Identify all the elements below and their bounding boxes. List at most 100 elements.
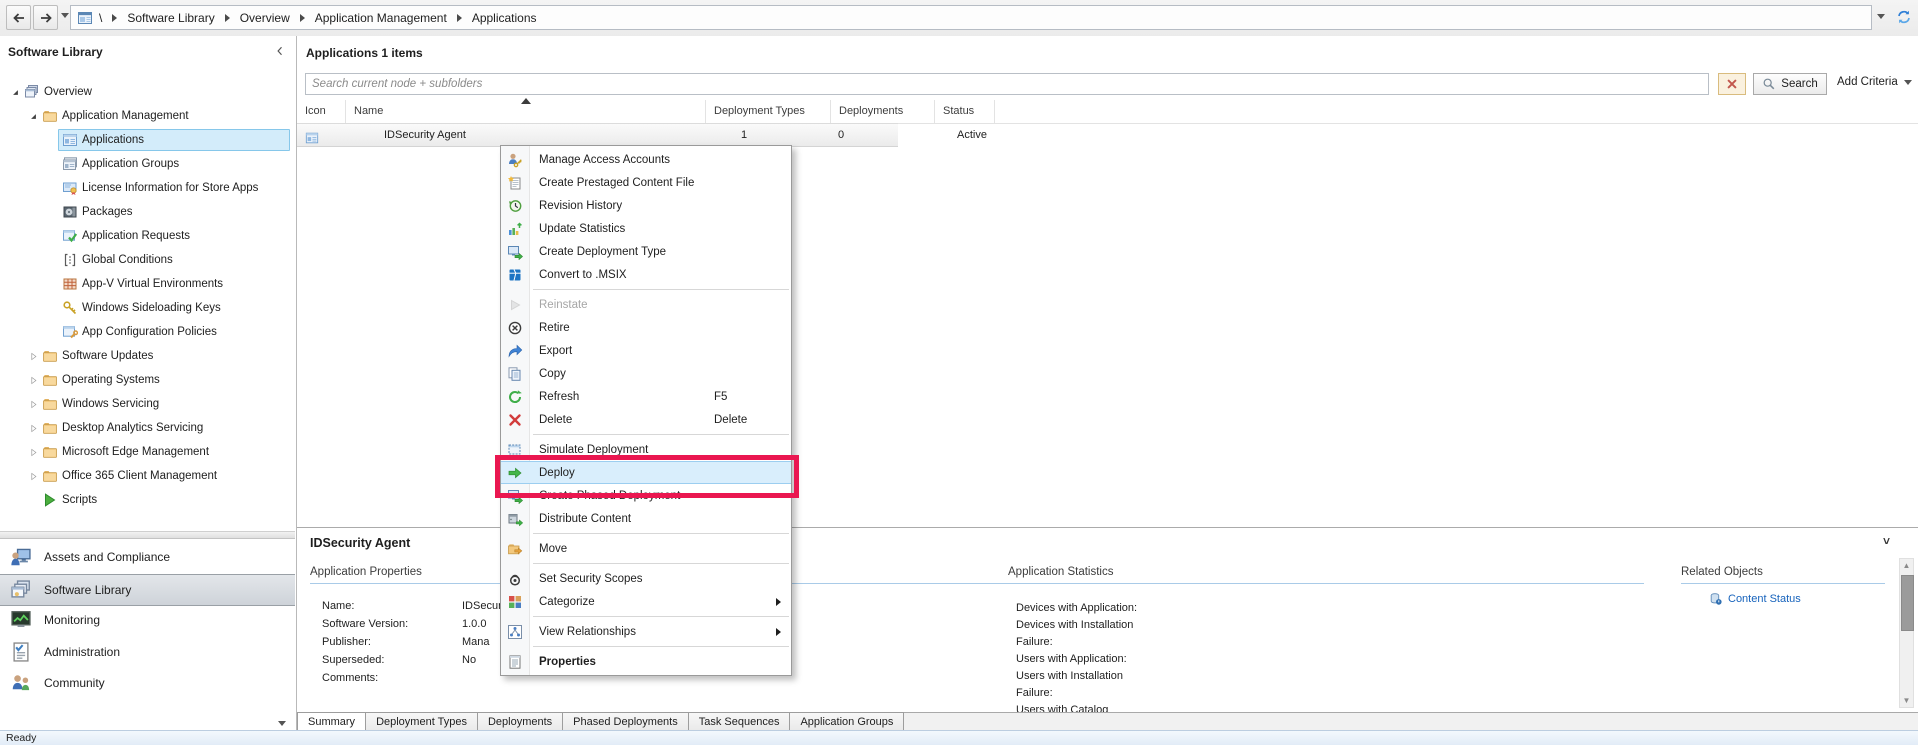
- column-header-name[interactable]: Name: [346, 100, 706, 123]
- menu-item-refresh[interactable]: Refresh F5: [501, 385, 791, 408]
- tree-expander-collapsed-icon[interactable]: [26, 349, 40, 363]
- breadcrumb-overview[interactable]: Overview: [240, 11, 290, 25]
- menu-shortcut: Delete: [714, 413, 748, 426]
- sidebar-item-operating-systems[interactable]: Operating Systems: [0, 368, 295, 392]
- menu-item-set-security-scopes[interactable]: Set Security Scopes: [501, 567, 791, 590]
- forward-button[interactable]: [33, 5, 58, 30]
- search-button[interactable]: Search: [1753, 73, 1827, 95]
- menu-item-categorize[interactable]: Categorize: [501, 590, 791, 613]
- scrollbar-down-icon[interactable]: ▼: [1900, 694, 1913, 707]
- search-input[interactable]: [305, 73, 1709, 95]
- workspace-assets-and-compliance[interactable]: Assets and Compliance: [0, 542, 295, 572]
- workspace-monitoring[interactable]: Monitoring: [0, 605, 295, 635]
- menu-item-deploy[interactable]: Deploy: [501, 461, 791, 484]
- menu-item-distribute-content[interactable]: Distribute Content: [501, 507, 791, 530]
- tab-summary[interactable]: Summary: [297, 712, 367, 732]
- sidebar-splitter[interactable]: [0, 531, 295, 539]
- menu-item-export[interactable]: Export: [501, 339, 791, 362]
- column-header-deployment-types[interactable]: Deployment Types: [706, 100, 831, 123]
- sidebar-collapse-icon[interactable]: [274, 45, 286, 57]
- tab-phased-deployments[interactable]: Phased Deployments: [563, 712, 689, 732]
- content-status-link[interactable]: Content Status: [1709, 592, 1801, 606]
- global-conditions-icon: [62, 252, 78, 268]
- menu-item-delete[interactable]: Delete Delete: [501, 408, 791, 431]
- menu-item-convert-to-msix[interactable]: Convert to .MSIX: [501, 263, 791, 286]
- workspace-community[interactable]: Community: [0, 668, 295, 698]
- menu-separator: [533, 434, 789, 435]
- tab-application-groups[interactable]: Application Groups: [790, 712, 905, 732]
- workspace-software-library[interactable]: Software Library: [0, 574, 295, 606]
- tab-deployments[interactable]: Deployments: [477, 712, 564, 732]
- tree-item-label: Packages: [82, 206, 133, 218]
- status-text: Ready: [6, 732, 37, 744]
- tree-expander-collapsed-icon[interactable]: [26, 397, 40, 411]
- tree-expander-expanded-icon[interactable]: [26, 109, 40, 123]
- sidebar-item-microsoft-edge-management[interactable]: Microsoft Edge Management: [0, 440, 295, 464]
- tree-expander-collapsed-icon[interactable]: [26, 373, 40, 387]
- summary-collapse-icon[interactable]: ˅: [1883, 534, 1890, 548]
- sidebar-item-applications[interactable]: Applications: [0, 128, 295, 152]
- sidebar-item-global-conditions[interactable]: Global Conditions: [0, 248, 295, 272]
- menu-item-update-statistics[interactable]: Update Statistics: [501, 217, 791, 240]
- tree-expander-expanded-icon[interactable]: [8, 85, 22, 99]
- sidebar-item-office-365-client-management[interactable]: Office 365 Client Management: [0, 464, 295, 488]
- sidebar-item-application-groups[interactable]: Application Groups: [0, 152, 295, 176]
- tree-item-label: Operating Systems: [62, 374, 160, 386]
- menu-item-move[interactable]: Move: [501, 537, 791, 560]
- clear-search-button[interactable]: [1718, 73, 1746, 95]
- menu-item-create-deployment-type[interactable]: Create Deployment Type: [501, 240, 791, 263]
- scrollbar-thumb[interactable]: [1901, 575, 1914, 631]
- sidebar-item-application-requests[interactable]: Application Requests: [0, 224, 295, 248]
- tree-item-label: Global Conditions: [82, 254, 173, 266]
- column-header-deployments[interactable]: Deployments: [831, 100, 935, 123]
- menu-item-view-relationships[interactable]: View Relationships: [501, 620, 791, 643]
- tree-expander-collapsed-icon[interactable]: [26, 445, 40, 459]
- tree-expander-collapsed-icon[interactable]: [26, 421, 40, 435]
- sidebar-item-scripts[interactable]: Scripts: [0, 488, 295, 512]
- sidebar-item-application-management[interactable]: Application Management: [0, 104, 295, 128]
- menu-item-copy[interactable]: Copy: [501, 362, 791, 385]
- nav-options-dropdown-icon[interactable]: [278, 721, 286, 726]
- menu-item-retire[interactable]: Retire: [501, 316, 791, 339]
- column-header-icon[interactable]: Icon: [297, 100, 346, 123]
- history-dropdown-icon[interactable]: [61, 13, 69, 18]
- back-button[interactable]: [6, 5, 31, 30]
- tree-item-label: App Configuration Policies: [82, 326, 217, 338]
- property-value: Mana: [462, 636, 490, 648]
- sidebar-item-overview[interactable]: Overview: [0, 80, 295, 104]
- sidebar-item-windows-sideloading-keys[interactable]: Windows Sideloading Keys: [0, 296, 295, 320]
- sidebar-item-software-updates[interactable]: Software Updates: [0, 344, 295, 368]
- menu-item-revision-history[interactable]: Revision History: [501, 194, 791, 217]
- sidebar-item-windows-servicing[interactable]: Windows Servicing: [0, 392, 295, 416]
- menu-item-manage-access-accounts[interactable]: Manage Access Accounts: [501, 148, 791, 171]
- sidebar-item-packages[interactable]: Packages: [0, 200, 295, 224]
- add-criteria-button[interactable]: Add Criteria: [1837, 76, 1912, 88]
- menu-item-simulate-deployment[interactable]: Simulate Deployment: [501, 438, 791, 461]
- breadcrumb-separator-icon: [299, 13, 305, 22]
- tree-expander-collapsed-icon[interactable]: [26, 469, 40, 483]
- scrollbar-up-icon[interactable]: ▲: [1900, 559, 1913, 572]
- sidebar-item-license-information-for-store-apps[interactable]: License Information for Store Apps: [0, 176, 295, 200]
- sidebar-item-app-v-virtual-environments[interactable]: App-V Virtual Environments: [0, 272, 295, 296]
- column-header-status[interactable]: Status: [935, 100, 995, 123]
- breadcrumb-root[interactable]: \: [99, 11, 102, 25]
- table-header: Icon Name Deployment Types Deployments Statu…: [297, 98, 1918, 124]
- tab-task-sequences[interactable]: Task Sequences: [688, 712, 791, 732]
- property-label: Superseded:: [322, 654, 385, 666]
- menu-item-create-prestaged-content-file[interactable]: Create Prestaged Content File: [501, 171, 791, 194]
- workspace-administration[interactable]: Administration: [0, 637, 295, 667]
- address-dropdown-icon[interactable]: [1877, 14, 1885, 19]
- sidebar-item-app-configuration-policies[interactable]: App Configuration Policies: [0, 320, 295, 344]
- menu-item-create-phased-deployment[interactable]: Create Phased Deployment: [501, 484, 791, 507]
- refresh-icon[interactable]: [1896, 9, 1912, 25]
- sidebar-item-desktop-analytics-servicing[interactable]: Desktop Analytics Servicing: [0, 416, 295, 440]
- address-bar[interactable]: \ Software Library Overview Application Man…: [70, 5, 1872, 30]
- folder-icon: [42, 420, 58, 436]
- summary-scrollbar[interactable]: ▲ ▼: [1899, 558, 1914, 708]
- breadcrumb-application-management[interactable]: Application Management: [315, 11, 447, 25]
- breadcrumb-applications[interactable]: Applications: [472, 11, 537, 25]
- tab-deployment-types[interactable]: Deployment Types: [366, 712, 478, 732]
- table-row[interactable]: IDSecurity Agent 1 0 Active: [297, 123, 987, 147]
- breadcrumb-software-library[interactable]: Software Library: [127, 11, 214, 25]
- menu-item-properties[interactable]: Properties: [501, 650, 791, 673]
